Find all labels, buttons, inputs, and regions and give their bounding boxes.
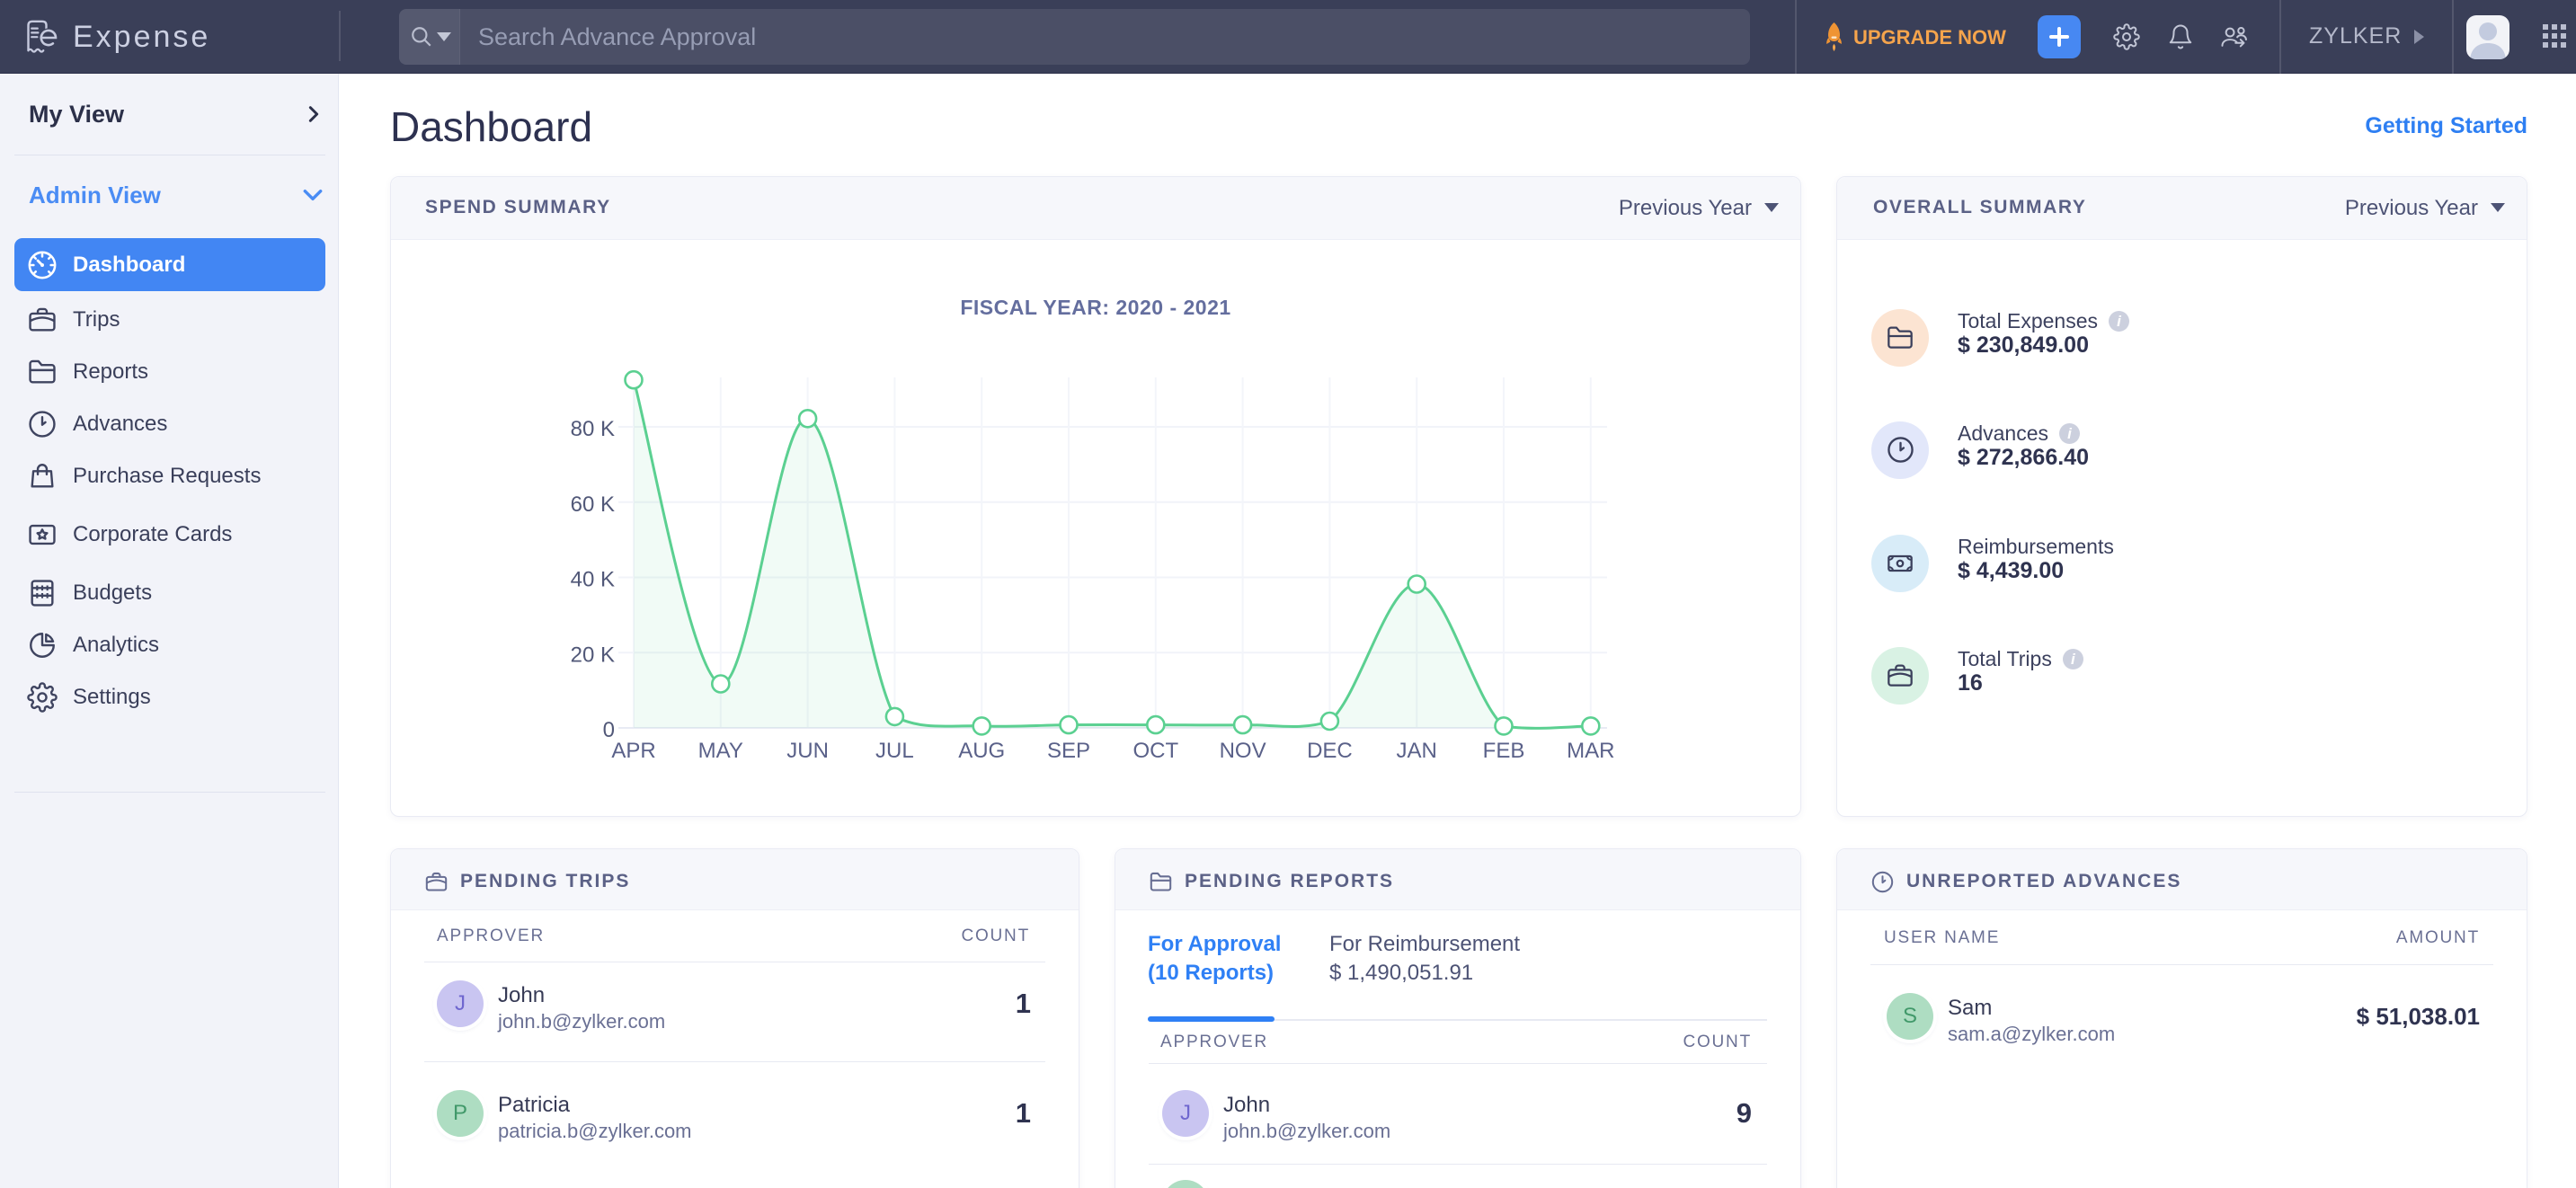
svg-text:JAN: JAN — [1397, 739, 1437, 763]
svg-text:SEP: SEP — [1047, 739, 1090, 763]
svg-text:80 K: 80 K — [571, 417, 615, 441]
svg-text:APR: APR — [611, 739, 655, 763]
svg-text:AUG: AUG — [958, 739, 1005, 763]
svg-text:FEB: FEB — [1483, 739, 1525, 763]
svg-text:JUN: JUN — [786, 739, 829, 763]
svg-text:DEC: DEC — [1307, 739, 1353, 763]
svg-text:20 K: 20 K — [571, 643, 615, 667]
svg-text:MAR: MAR — [1567, 739, 1614, 763]
svg-text:JUL: JUL — [875, 739, 914, 763]
svg-text:60 K: 60 K — [571, 492, 615, 517]
svg-text:OCT: OCT — [1133, 739, 1178, 763]
svg-text:40 K: 40 K — [571, 568, 615, 592]
svg-text:NOV: NOV — [1220, 739, 1266, 763]
svg-text:MAY: MAY — [698, 739, 743, 763]
